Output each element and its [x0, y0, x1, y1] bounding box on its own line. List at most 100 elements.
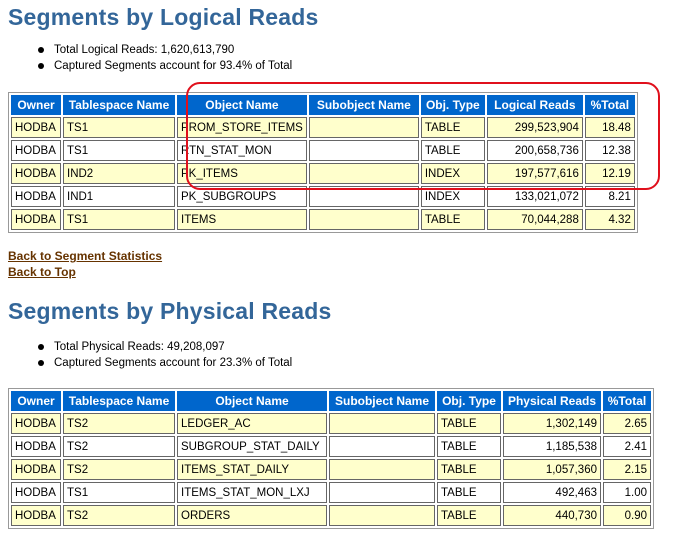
table-cell: 1,057,360: [503, 459, 601, 480]
logical-captured-pct-text: Captured Segments account for 93.4% of T…: [38, 58, 292, 74]
column-header: Physical Reads: [503, 391, 601, 411]
table-cell: 2.65: [603, 413, 651, 434]
column-header: Obj. Type: [437, 391, 501, 411]
column-header: %Total: [603, 391, 651, 411]
table-cell: 12.19: [584, 163, 635, 184]
table-cell: 70,044,288: [486, 209, 583, 230]
table-row: HODBA TS2 LEDGER_AC TABLE 1,302,149 2.65: [11, 413, 651, 434]
table-cell: TS1: [63, 117, 175, 138]
table-cell: [329, 459, 435, 480]
table-cell: 1,185,538: [503, 436, 601, 457]
column-header: Tablespace Name: [63, 95, 175, 115]
table-row: HODBA TS2 ITEMS_STAT_DAILY TABLE 1,057,360 2.…: [11, 459, 651, 480]
table-cell: 2.41: [603, 436, 651, 457]
table-cell: 8.21: [584, 186, 635, 207]
table-row: HODBA TS1 PROM_STORE_ITEMS TABLE 299,523,904…: [11, 117, 635, 138]
table-row: HODBA TS1 ITEMS TABLE 70,044,288 4.32: [11, 209, 635, 230]
table-cell: [308, 186, 419, 207]
physical-reads-table: Owner Tablespace Name Object Name Subobject…: [8, 388, 654, 529]
table-cell: HODBA: [11, 163, 61, 184]
table-cell: 440,730: [503, 505, 601, 526]
table-cell: PK_SUBGROUPS: [177, 186, 307, 207]
table-header-row: Owner Tablespace Name Object Name Subobject…: [11, 391, 651, 411]
table-cell: TABLE: [420, 117, 485, 138]
table-cell: HODBA: [11, 482, 61, 503]
back-to-segment-statistics-link[interactable]: Back to Segment Statistics: [8, 249, 162, 263]
logical-summary-list: Total Logical Reads: 1,620,613,790 Captu…: [38, 42, 292, 74]
table-cell: 492,463: [503, 482, 601, 503]
total-logical-reads-text: Total Logical Reads: 1,620,613,790: [38, 42, 292, 58]
table-cell: TS2: [63, 413, 175, 434]
table-cell: 1.00: [603, 482, 651, 503]
table-cell: PK_ITEMS: [177, 163, 307, 184]
table-cell: SUBGROUP_STAT_DAILY: [177, 436, 327, 457]
table-row: HODBA IND2 PK_ITEMS INDEX 197,577,616 12.19: [11, 163, 635, 184]
table-cell: TABLE: [437, 436, 501, 457]
column-header: %Total: [584, 95, 635, 115]
table-cell: RTN_STAT_MON: [177, 140, 307, 161]
table-cell: [329, 482, 435, 503]
table-cell: INDEX: [420, 163, 485, 184]
table-cell: HODBA: [11, 186, 61, 207]
table-cell: [329, 436, 435, 457]
table-cell: [308, 209, 419, 230]
table-cell: TABLE: [437, 413, 501, 434]
column-header: Object Name: [177, 391, 327, 411]
table-cell: HODBA: [11, 436, 61, 457]
table-cell: TS2: [63, 436, 175, 457]
table-row: HODBA IND1 PK_SUBGROUPS INDEX 133,021,072 8.2…: [11, 186, 635, 207]
table-cell: TABLE: [437, 505, 501, 526]
table-cell: 2.15: [603, 459, 651, 480]
table-cell: TS2: [63, 459, 175, 480]
table-cell: IND2: [63, 163, 175, 184]
table-cell: 197,577,616: [486, 163, 583, 184]
table-cell: HODBA: [11, 459, 61, 480]
table-cell: TABLE: [437, 482, 501, 503]
physical-summary-list: Total Physical Reads: 49,208,097 Capture…: [38, 339, 292, 371]
table-row: HODBA TS1 RTN_STAT_MON TABLE 200,658,736 12.3…: [11, 140, 635, 161]
back-to-top-link[interactable]: Back to Top: [8, 265, 76, 279]
table-cell: TABLE: [437, 459, 501, 480]
table-cell: 0.90: [603, 505, 651, 526]
table-cell: ITEMS_STAT_MON_LXJ: [177, 482, 327, 503]
table-cell: 4.32: [584, 209, 635, 230]
table-cell: 18.48: [584, 117, 635, 138]
table-cell: INDEX: [420, 186, 485, 207]
table-cell: HODBA: [11, 413, 61, 434]
table-cell: 299,523,904: [486, 117, 583, 138]
column-header: Owner: [11, 95, 61, 115]
table-cell: 1,302,149: [503, 413, 601, 434]
table-cell: HODBA: [11, 505, 61, 526]
table-row: HODBA TS2 SUBGROUP_STAT_DAILY TABLE 1,185,53…: [11, 436, 651, 457]
table-header-row: Owner Tablespace Name Object Name Subobject…: [11, 95, 635, 115]
table-cell: [308, 117, 419, 138]
physical-captured-pct-text: Captured Segments account for 23.3% of T…: [38, 355, 292, 371]
table-cell: 133,021,072: [486, 186, 583, 207]
logical-reads-table: Owner Tablespace Name Object Name Subobject…: [8, 92, 638, 233]
table-cell: HODBA: [11, 117, 61, 138]
column-header: Subobject Name: [308, 95, 419, 115]
table-cell: PROM_STORE_ITEMS: [177, 117, 307, 138]
table-cell: [308, 163, 419, 184]
table-cell: [329, 413, 435, 434]
table-cell: [308, 140, 419, 161]
table-cell: 12.38: [584, 140, 635, 161]
table-cell: HODBA: [11, 140, 61, 161]
total-physical-reads-text: Total Physical Reads: 49,208,097: [38, 339, 292, 355]
table-cell: TABLE: [420, 209, 485, 230]
table-cell: ITEMS: [177, 209, 307, 230]
table-cell: [329, 505, 435, 526]
table-cell: HODBA: [11, 209, 61, 230]
logical-reads-title: Segments by Logical Reads: [8, 4, 319, 30]
table-cell: ORDERS: [177, 505, 327, 526]
table-cell: 200,658,736: [486, 140, 583, 161]
column-header: Obj. Type: [420, 95, 485, 115]
column-header: Tablespace Name: [63, 391, 175, 411]
table-cell: TS2: [63, 505, 175, 526]
table-cell: IND1: [63, 186, 175, 207]
physical-reads-title: Segments by Physical Reads: [8, 298, 332, 324]
table-row: HODBA TS1 ITEMS_STAT_MON_LXJ TABLE 492,463 1.…: [11, 482, 651, 503]
table-cell: LEDGER_AC: [177, 413, 327, 434]
table-cell: TS1: [63, 140, 175, 161]
table-cell: TABLE: [420, 140, 485, 161]
